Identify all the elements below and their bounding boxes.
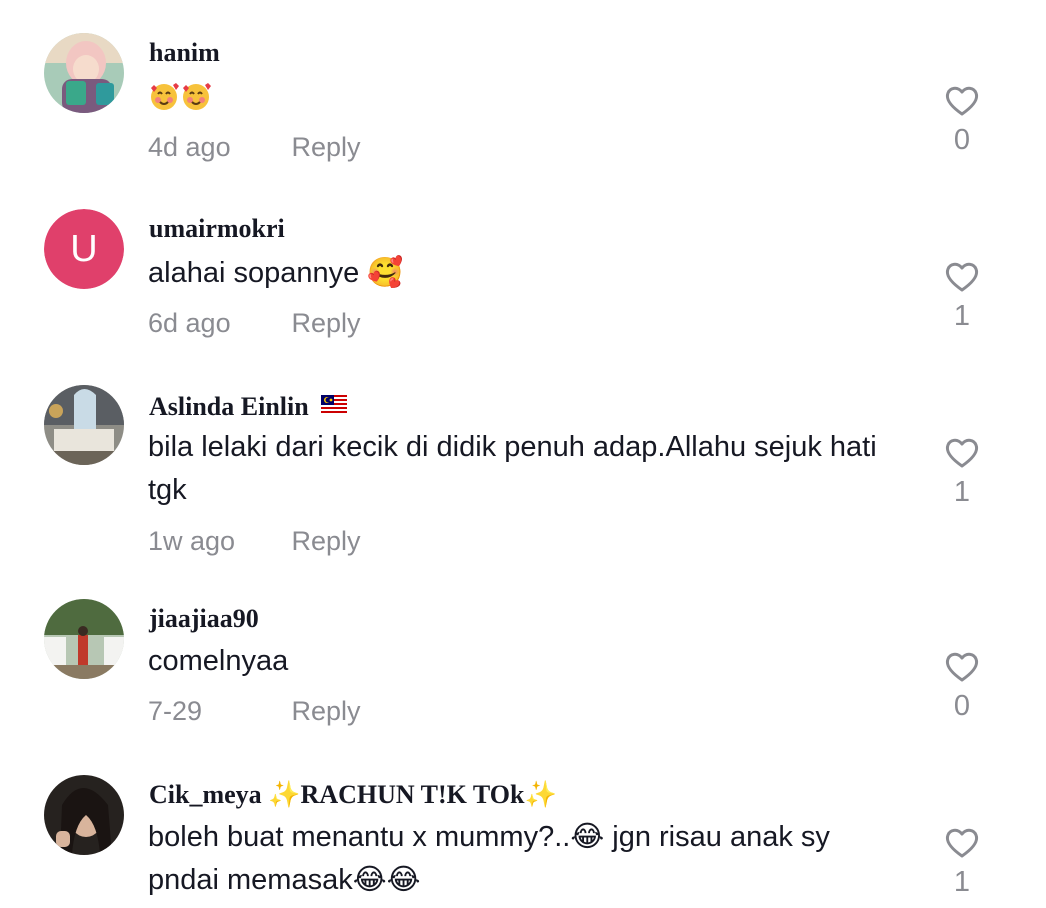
username-text: hanim	[149, 38, 220, 67]
reply-button[interactable]: Reply	[292, 307, 361, 339]
comment-text: 🥰🥰	[148, 77, 908, 125]
smiling-face-with-hearts-icon	[180, 80, 212, 125]
comment-meta: 1w ago Reply	[148, 525, 361, 557]
comment-meta: 6d ago Reply	[148, 307, 361, 339]
username-text: jiaajiaa90	[149, 604, 259, 633]
avatar[interactable]: U	[44, 209, 124, 289]
avatar[interactable]	[44, 775, 124, 855]
timestamp: 1w ago	[148, 526, 236, 556]
like-button[interactable]: 1	[940, 827, 984, 899]
comment-text-content: comelnyaa	[148, 645, 289, 677]
comment-text: comelnyaa	[148, 640, 908, 683]
timestamp: 6d ago	[148, 308, 231, 338]
username[interactable]: hanim	[149, 37, 220, 69]
username-text: Cik_meya	[149, 780, 262, 809]
smiling-face-with-hearts-icon	[148, 80, 180, 125]
timestamp: 7-29	[148, 696, 203, 726]
avatar-letter: U	[44, 209, 124, 289]
like-count: 1	[953, 476, 971, 508]
username-tagline: ✨RACHUN T!K TOk✨	[268, 780, 557, 809]
like-button[interactable]: 1	[940, 437, 984, 509]
username[interactable]: Aslinda Einlin	[149, 389, 348, 423]
avatar[interactable]	[44, 33, 124, 113]
username[interactable]: jiaajiaa90	[149, 603, 259, 635]
avatar[interactable]	[44, 599, 124, 679]
username-text: umairmokri	[149, 214, 285, 243]
like-count: 1	[953, 866, 971, 898]
comment-text-content: boleh buat menantu x mummy?..😂 jgn risau…	[148, 821, 830, 896]
like-button[interactable]: 1	[940, 261, 984, 333]
heart-outline-icon[interactable]	[940, 261, 984, 293]
heart-outline-icon[interactable]	[940, 651, 984, 683]
malaysia-flag-icon	[321, 389, 348, 421]
like-button[interactable]: 0	[940, 85, 984, 157]
like-count: 0	[953, 690, 971, 722]
heart-outline-icon[interactable]	[940, 827, 984, 859]
like-button[interactable]: 0	[940, 651, 984, 723]
comment-meta: 7-29 Reply	[148, 695, 361, 727]
comment-text: boleh buat menantu x mummy?..😂 jgn risau…	[148, 816, 908, 902]
reply-button[interactable]: Reply	[292, 695, 361, 727]
reply-button[interactable]: Reply	[292, 525, 361, 557]
timestamp: 4d ago	[148, 132, 231, 162]
like-count: 1	[953, 300, 971, 332]
like-count: 0	[953, 124, 971, 156]
reply-button[interactable]: Reply	[292, 131, 361, 163]
comment-text-content: bila lelaki dari kecik di didik penuh ad…	[148, 431, 877, 506]
avatar[interactable]	[44, 385, 124, 465]
username[interactable]: umairmokri	[149, 213, 285, 245]
username[interactable]: Cik_meya ✨RACHUN T!K TOk✨	[149, 779, 557, 811]
comment-text: bila lelaki dari kecik di didik penuh ad…	[148, 426, 908, 512]
comment-text-content: alahai sopannye 🥰	[148, 257, 404, 289]
heart-outline-icon[interactable]	[940, 85, 984, 117]
username-text: Aslinda Einlin	[149, 392, 309, 421]
heart-outline-icon[interactable]	[940, 437, 984, 469]
comment-meta: 4d ago Reply	[148, 131, 361, 163]
comment-text: alahai sopannye 🥰	[148, 252, 908, 295]
